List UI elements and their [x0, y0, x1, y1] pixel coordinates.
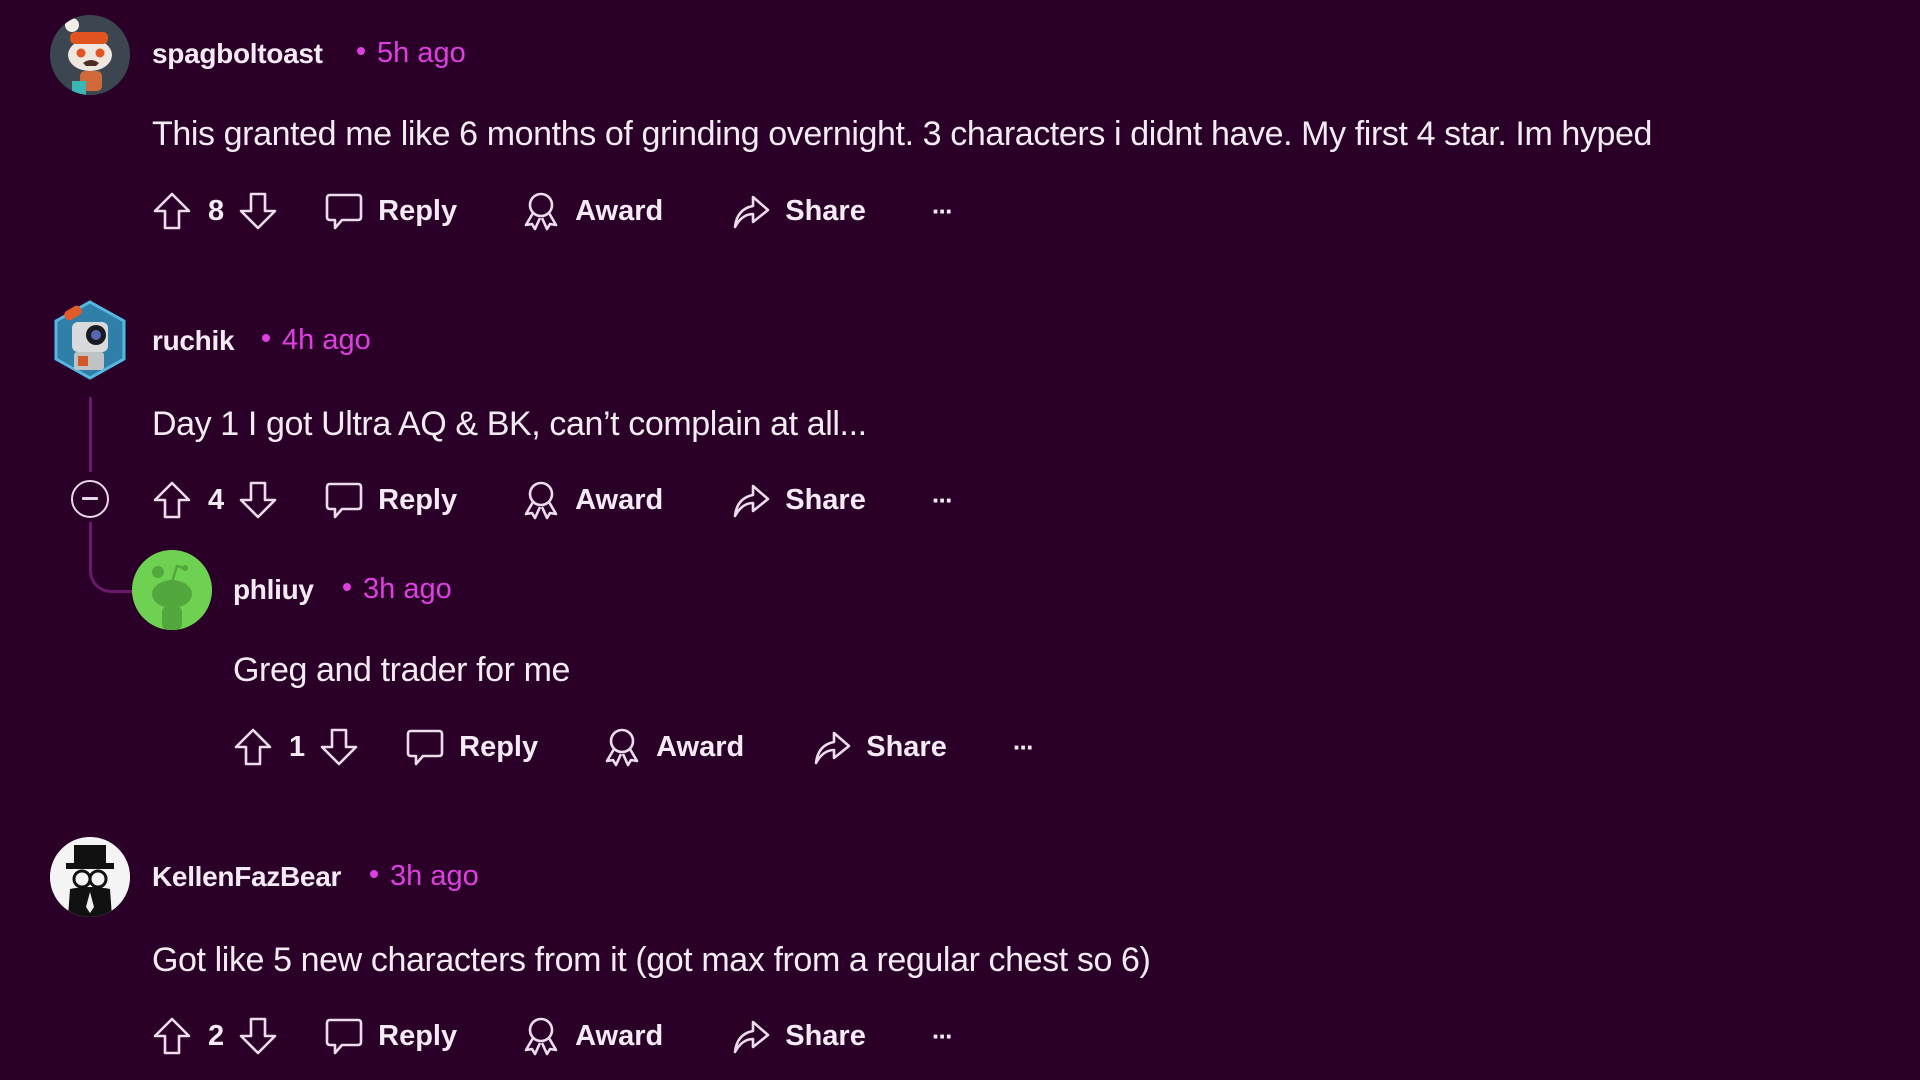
award-button[interactable]: Award	[521, 480, 663, 520]
comment-actions: 4 Reply Award Share ···	[152, 477, 954, 523]
award-button[interactable]: Award	[521, 191, 663, 231]
share-button[interactable]: Share	[812, 727, 947, 767]
thread-line[interactable]	[89, 397, 92, 472]
comment-bubble-icon	[405, 727, 445, 767]
timestamp: 3h ago	[343, 573, 452, 606]
share-button[interactable]: Share	[731, 1016, 866, 1056]
user-avatar[interactable]	[132, 550, 212, 630]
user-avatar[interactable]	[50, 15, 130, 95]
downvote-arrow-icon	[238, 480, 278, 520]
downvote-arrow-icon	[319, 727, 359, 767]
downvote-arrow-icon	[238, 1016, 278, 1056]
upvote-button[interactable]	[152, 191, 192, 231]
top-hat-avatar-icon	[50, 837, 130, 917]
reply-button[interactable]: Reply	[324, 1016, 457, 1056]
upvote-arrow-icon	[152, 480, 192, 520]
award-button[interactable]: Award	[521, 1016, 663, 1056]
comment-body: Got like 5 new characters from it (got m…	[152, 941, 1151, 979]
username[interactable]: KellenFazBear	[152, 861, 341, 893]
robot-hex-avatar-icon	[54, 300, 126, 380]
comment-body: Day 1 I got Ultra AQ & BK, can’t complai…	[152, 405, 867, 443]
upvote-arrow-icon	[152, 191, 192, 231]
vote-count: 2	[208, 1019, 225, 1052]
award-ribbon-icon	[521, 191, 561, 231]
comment-actions: 1 Reply Award Share ···	[233, 724, 1035, 770]
more-options-button[interactable]: ···	[931, 484, 954, 516]
comment-actions: 8 Reply Award Share ···	[152, 188, 954, 234]
snoo-chef-avatar-icon	[50, 15, 130, 95]
award-ribbon-icon	[521, 1016, 561, 1056]
reply-button[interactable]: Reply	[324, 191, 457, 231]
award-ribbon-icon	[602, 727, 642, 767]
comment-actions: 2 Reply Award Share ···	[152, 1013, 954, 1059]
upvote-arrow-icon	[233, 727, 273, 767]
separator-dot	[370, 870, 378, 879]
upvote-button[interactable]	[152, 480, 192, 520]
upvote-arrow-icon	[152, 1016, 192, 1056]
reply-button[interactable]: Reply	[405, 727, 538, 767]
share-arrow-icon	[731, 480, 771, 520]
ellipsis-icon: ···	[931, 484, 954, 515]
ellipsis-icon: ···	[931, 1020, 954, 1051]
vote-count: 4	[208, 483, 225, 516]
username[interactable]: ruchik	[152, 325, 235, 357]
comment-bubble-icon	[324, 191, 364, 231]
separator-dot	[262, 334, 270, 343]
timestamp: 5h ago	[357, 37, 466, 70]
reply-button[interactable]: Reply	[324, 480, 457, 520]
vote-count: 8	[208, 194, 225, 227]
share-arrow-icon	[812, 727, 852, 767]
downvote-arrow-icon	[238, 191, 278, 231]
thread-connector	[89, 522, 137, 593]
user-avatar[interactable]	[50, 837, 130, 917]
share-arrow-icon	[731, 1016, 771, 1056]
ellipsis-icon: ···	[1012, 731, 1035, 762]
downvote-button[interactable]	[238, 191, 278, 231]
separator-dot	[343, 583, 351, 592]
comment-body: This granted me like 6 months of grindin…	[152, 115, 1653, 153]
comment-body: Greg and trader for me	[233, 651, 571, 689]
more-options-button[interactable]: ···	[931, 1020, 954, 1052]
upvote-button[interactable]	[152, 1016, 192, 1056]
user-avatar[interactable]	[50, 300, 130, 380]
separator-dot	[357, 47, 365, 56]
more-options-button[interactable]: ···	[931, 195, 954, 227]
share-button[interactable]: Share	[731, 480, 866, 520]
downvote-button[interactable]	[319, 727, 359, 767]
upvote-button[interactable]	[233, 727, 273, 767]
timestamp: 3h ago	[370, 860, 479, 893]
username[interactable]: phliuy	[233, 574, 314, 606]
award-button[interactable]: Award	[602, 727, 744, 767]
username[interactable]: spagboltoast	[152, 38, 323, 70]
downvote-button[interactable]	[238, 1016, 278, 1056]
award-ribbon-icon	[521, 480, 561, 520]
comment-bubble-icon	[324, 480, 364, 520]
more-options-button[interactable]: ···	[1012, 731, 1035, 763]
share-arrow-icon	[731, 191, 771, 231]
timestamp: 4h ago	[262, 324, 371, 357]
ellipsis-icon: ···	[931, 195, 954, 226]
share-button[interactable]: Share	[731, 191, 866, 231]
default-snoo-avatar-icon	[132, 550, 212, 630]
vote-count: 1	[289, 730, 306, 763]
downvote-button[interactable]	[238, 480, 278, 520]
comment-bubble-icon	[324, 1016, 364, 1056]
collapse-thread-button[interactable]	[71, 480, 109, 518]
